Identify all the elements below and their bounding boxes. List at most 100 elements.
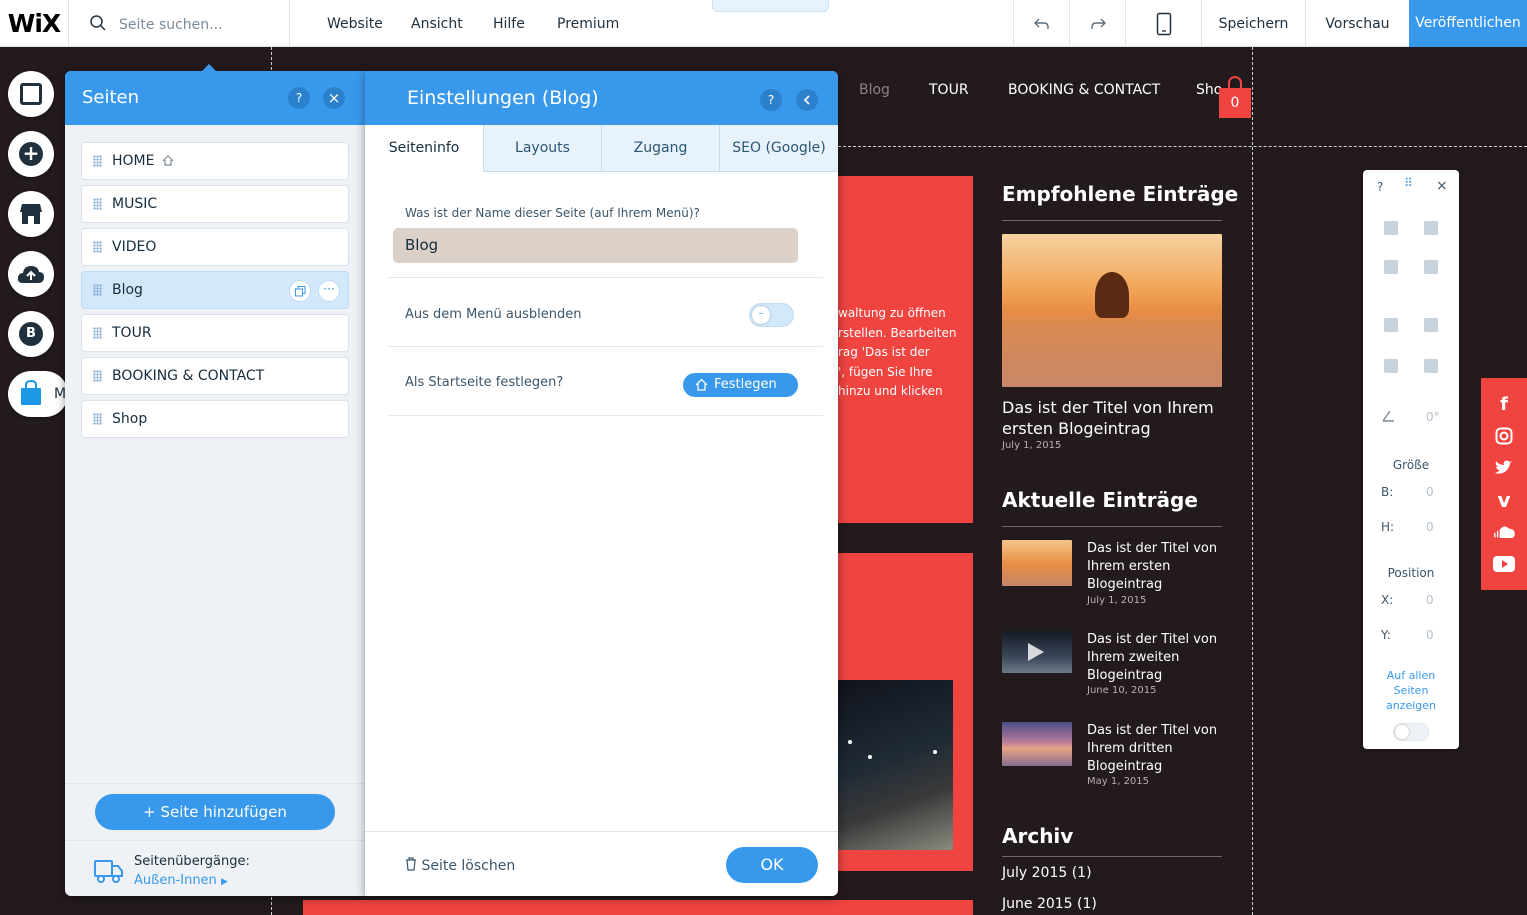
hide-from-menu-toggle[interactable]: – <box>749 303 794 327</box>
height-input[interactable]: 0 <box>1426 520 1434 534</box>
tab-seo[interactable]: SEO (Google) <box>719 125 838 172</box>
wix-logo[interactable]: WiX <box>0 0 69 47</box>
night-city-image[interactable] <box>838 680 953 850</box>
mobile-view-button[interactable] <box>1125 0 1201 47</box>
transitions-value-link[interactable]: Außen-Innen ▶ <box>134 873 228 888</box>
menu-ansicht[interactable]: Ansicht <box>411 0 463 47</box>
duplicate-icon[interactable] <box>1384 260 1398 274</box>
site-nav-blog[interactable]: Blog <box>859 82 890 98</box>
add-page-button[interactable]: + Seite hinzufügen <box>95 794 335 830</box>
preview-button[interactable]: Vorschau <box>1305 0 1409 47</box>
store-button[interactable]: M <box>8 371 68 417</box>
page-name-question: Was ist der Name dieser Seite (auf Ihrem… <box>405 206 700 220</box>
recent-post-title[interactable]: Das ist der Titel von Ihrem dritten Blog… <box>1087 722 1222 776</box>
page-item-label: TOUR <box>112 325 152 341</box>
distribute-icon[interactable] <box>1384 359 1398 373</box>
settings-back-button[interactable] <box>796 89 818 111</box>
rotate-angle-icon[interactable] <box>1381 409 1395 423</box>
pages-close-button[interactable]: × <box>323 87 345 109</box>
page-name-input[interactable]: Blog <box>393 228 798 263</box>
delete-page-button[interactable]: Seite löschen <box>405 857 515 874</box>
add-button[interactable]: + <box>8 131 54 177</box>
search-input[interactable] <box>119 14 279 36</box>
drag-grip-icon[interactable] <box>93 413 102 425</box>
x-input[interactable]: 0 <box>1426 593 1434 607</box>
page-item-blog[interactable]: Blog ··· <box>81 271 349 309</box>
drag-grip-icon[interactable] <box>93 155 102 167</box>
page-item-shop[interactable]: Shop <box>81 400 349 438</box>
instagram-icon[interactable] <box>1493 425 1515 447</box>
chevron-left-icon <box>803 95 810 105</box>
menu-hilfe[interactable]: Hilfe <box>493 0 525 47</box>
publish-button[interactable]: Veröffentlichen <box>1409 0 1527 47</box>
set-homepage-button[interactable]: Festlegen <box>683 373 798 397</box>
copy-icon[interactable] <box>1384 221 1398 235</box>
drag-handle-icon[interactable]: ⠿ <box>1404 176 1414 190</box>
upload-button[interactable] <box>8 251 54 297</box>
recent-post-thumb[interactable] <box>1002 722 1072 766</box>
background-button[interactable] <box>8 71 54 117</box>
archive-item[interactable]: June 2015 (1) <box>1002 895 1097 913</box>
tab-layouts[interactable]: Layouts <box>483 125 601 172</box>
recent-post-title[interactable]: Das ist der Titel von Ihrem ersten Bloge… <box>1087 540 1222 594</box>
show-on-all-pages-toggle[interactable] <box>1393 723 1429 741</box>
pages-help-button[interactable]: ? <box>288 87 310 109</box>
recent-post-thumb[interactable] <box>1002 540 1072 586</box>
page-item-home[interactable]: HOME <box>81 142 349 180</box>
facebook-icon[interactable]: f <box>1493 393 1515 415</box>
tab-seiteninfo[interactable]: Seiteninfo <box>365 125 483 172</box>
transitions-label: Seitenübergänge: <box>134 854 250 869</box>
menu-website[interactable]: Website <box>327 0 383 47</box>
page-item-video[interactable]: VIDEO <box>81 228 349 266</box>
divider <box>365 831 838 832</box>
drag-grip-icon[interactable] <box>93 198 102 210</box>
recent-post-thumb[interactable] <box>1002 631 1072 673</box>
angle-value[interactable]: 0° <box>1426 410 1440 424</box>
toolbar-help-button[interactable]: ? <box>1377 180 1383 194</box>
set-homepage-label-text: Festlegen <box>714 377 777 392</box>
vimeo-icon[interactable]: v <box>1493 488 1515 512</box>
app-market-button[interactable] <box>8 191 54 237</box>
drag-grip-icon[interactable] <box>93 370 102 382</box>
more-actions-icon[interactable]: ··· <box>318 280 340 302</box>
twitter-icon[interactable] <box>1493 457 1515 479</box>
undo-button[interactable] <box>1013 0 1069 47</box>
site-nav-tour[interactable]: TOUR <box>929 82 969 98</box>
collapse-handle[interactable]: ˄ <box>712 0 829 12</box>
toolbar-close-button[interactable]: × <box>1436 178 1448 194</box>
site-nav-booking[interactable]: BOOKING & CONTACT <box>1008 82 1160 98</box>
menu-premium[interactable]: Premium <box>557 0 619 47</box>
blog-button[interactable]: B <box>8 311 54 357</box>
divider <box>1002 220 1222 221</box>
drag-grip-icon[interactable] <box>93 284 102 296</box>
delete-icon[interactable] <box>1424 260 1438 274</box>
header-guide <box>838 146 1527 147</box>
youtube-icon[interactable] <box>1493 553 1515 575</box>
page-item-booking[interactable]: BOOKING & CONTACT <box>81 357 349 395</box>
cart-icon[interactable]: 0 <box>1219 76 1251 118</box>
save-button[interactable]: Speichern <box>1201 0 1305 47</box>
featured-post-title[interactable]: Das ist der Titel von Ihrem ersten Bloge… <box>1002 397 1222 439</box>
match-size-icon[interactable] <box>1424 359 1438 373</box>
page-item-tour[interactable]: TOUR <box>81 314 349 352</box>
align-icon[interactable] <box>1424 318 1438 332</box>
redo-button[interactable] <box>1069 0 1125 47</box>
width-input[interactable]: 0 <box>1426 485 1434 499</box>
archive-item[interactable]: July 2015 (1) <box>1002 864 1092 882</box>
featured-post-image[interactable] <box>1002 234 1222 387</box>
drag-grip-icon[interactable] <box>93 241 102 253</box>
recent-post-title[interactable]: Das ist der Titel von Ihrem zweiten Blog… <box>1087 631 1222 685</box>
soundcloud-icon[interactable] <box>1493 521 1515 543</box>
y-input[interactable]: 0 <box>1426 628 1434 642</box>
cloud-upload-icon <box>17 266 44 283</box>
paste-icon[interactable] <box>1424 221 1438 235</box>
drag-grip-icon[interactable] <box>93 327 102 339</box>
settings-help-button[interactable]: ? <box>760 89 782 111</box>
page-item-label: BOOKING & CONTACT <box>112 368 265 384</box>
duplicate-page-button[interactable] <box>289 280 311 302</box>
ok-button[interactable]: OK <box>726 847 818 883</box>
tab-zugang[interactable]: Zugang <box>601 125 719 172</box>
arrange-icon[interactable] <box>1384 318 1398 332</box>
page-item-music[interactable]: MUSIC <box>81 185 349 223</box>
delete-page-label: Seite löschen <box>421 858 516 874</box>
